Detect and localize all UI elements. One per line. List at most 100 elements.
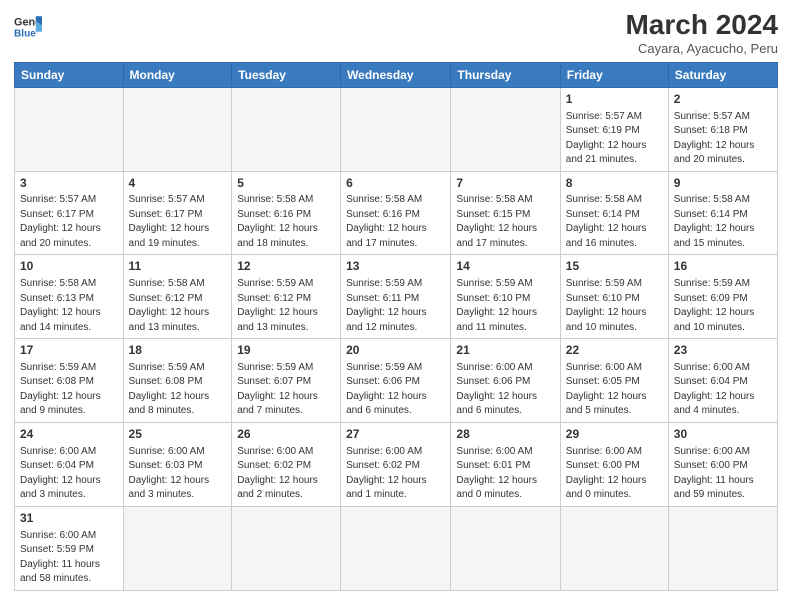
table-row: 25Sunrise: 6:00 AMSunset: 6:03 PMDayligh… <box>123 422 232 506</box>
table-row: 23Sunrise: 6:00 AMSunset: 6:04 PMDayligh… <box>668 339 777 423</box>
day-info: Sunrise: 5:58 AMSunset: 6:14 PMDaylight:… <box>674 193 772 251</box>
table-row: 30 Sunrise: 6:00 AMSunset: 6:00 PMDayligh… <box>668 422 777 506</box>
calendar-week-row: 10Sunrise: 5:58 AMSunset: 6:13 PMDayligh… <box>15 255 778 339</box>
day-number: 5 <box>237 175 335 192</box>
table-row: 2 Sunrise: 5:57 AMSunset: 6:18 PMDaylight… <box>668 87 777 171</box>
day-info: Sunrise: 5:59 AMSunset: 6:10 PMDaylight:… <box>456 277 554 335</box>
day-number: 4 <box>129 175 227 192</box>
day-info: Sunrise: 6:00 AMSunset: 6:04 PMDaylight:… <box>20 445 118 503</box>
day-number: 31 <box>20 510 118 527</box>
calendar-table: Sunday Monday Tuesday Wednesday Thursday… <box>14 62 778 591</box>
day-info: Sunrise: 6:00 AMSunset: 6:02 PMDaylight:… <box>237 445 335 503</box>
table-row: 3Sunrise: 5:57 AMSunset: 6:17 PMDaylight… <box>15 171 124 255</box>
calendar-week-row: 3Sunrise: 5:57 AMSunset: 6:17 PMDaylight… <box>15 171 778 255</box>
day-info: Sunrise: 5:58 AMSunset: 6:12 PMDaylight:… <box>129 277 227 335</box>
table-row: 12Sunrise: 5:59 AMSunset: 6:12 PMDayligh… <box>232 255 341 339</box>
location: Cayara, Ayacucho, Peru <box>625 41 778 56</box>
table-row: 10Sunrise: 5:58 AMSunset: 6:13 PMDayligh… <box>15 255 124 339</box>
day-info: Sunrise: 5:59 AMSunset: 6:06 PMDaylight:… <box>346 361 445 419</box>
day-number: 7 <box>456 175 554 192</box>
header-tuesday: Tuesday <box>232 62 341 87</box>
day-number: 27 <box>346 426 445 443</box>
day-number: 8 <box>566 175 663 192</box>
table-row: 18Sunrise: 5:59 AMSunset: 6:08 PMDayligh… <box>123 339 232 423</box>
table-row: 19Sunrise: 5:59 AMSunset: 6:07 PMDayligh… <box>232 339 341 423</box>
day-info: Sunrise: 5:59 AMSunset: 6:10 PMDaylight:… <box>566 277 663 335</box>
table-row <box>123 506 232 590</box>
table-row: 8Sunrise: 5:58 AMSunset: 6:14 PMDaylight… <box>560 171 668 255</box>
generalblue-logo-icon: General Blue <box>14 10 42 38</box>
table-row <box>15 87 124 171</box>
table-row: 4Sunrise: 5:57 AMSunset: 6:17 PMDaylight… <box>123 171 232 255</box>
table-row: 5Sunrise: 5:58 AMSunset: 6:16 PMDaylight… <box>232 171 341 255</box>
calendar-week-row: 1 Sunrise: 5:57 AMSunset: 6:19 PMDaylight… <box>15 87 778 171</box>
day-number: 25 <box>129 426 227 443</box>
day-number: 15 <box>566 258 663 275</box>
table-row <box>341 506 451 590</box>
day-number: 18 <box>129 342 227 359</box>
table-row: 1 Sunrise: 5:57 AMSunset: 6:19 PMDaylight… <box>560 87 668 171</box>
day-info: Sunrise: 6:00 AMSunset: 5:59 PMDaylight:… <box>20 529 118 587</box>
table-row: 28Sunrise: 6:00 AMSunset: 6:01 PMDayligh… <box>451 422 560 506</box>
calendar-week-row: 17Sunrise: 5:59 AMSunset: 6:08 PMDayligh… <box>15 339 778 423</box>
day-number: 30 <box>674 426 772 443</box>
day-info: Sunrise: 5:57 AMSunset: 6:17 PMDaylight:… <box>129 193 227 251</box>
table-row: 7Sunrise: 5:58 AMSunset: 6:15 PMDaylight… <box>451 171 560 255</box>
day-info: Sunrise: 5:57 AMSunset: 6:17 PMDaylight:… <box>20 193 118 251</box>
day-number: 9 <box>674 175 772 192</box>
logo: General Blue <box>14 10 42 38</box>
day-number: 20 <box>346 342 445 359</box>
table-row <box>668 506 777 590</box>
header-saturday: Saturday <box>668 62 777 87</box>
day-info: Sunrise: 5:58 AMSunset: 6:16 PMDaylight:… <box>237 193 335 251</box>
title-area: March 2024 Cayara, Ayacucho, Peru <box>625 10 778 56</box>
header: General Blue March 2024 Cayara, Ayacucho… <box>14 10 778 56</box>
table-row: 26 Sunrise: 6:00 AMSunset: 6:02 PMDayligh… <box>232 422 341 506</box>
day-number: 1 <box>566 91 663 108</box>
table-row <box>451 87 560 171</box>
table-row: 24 Sunrise: 6:00 AMSunset: 6:04 PMDayligh… <box>15 422 124 506</box>
day-number: 2 <box>674 91 772 108</box>
table-row: 29 Sunrise: 6:00 AMSunset: 6:00 PMDayligh… <box>560 422 668 506</box>
table-row: 22Sunrise: 6:00 AMSunset: 6:05 PMDayligh… <box>560 339 668 423</box>
day-info: Sunrise: 5:58 AMSunset: 6:14 PMDaylight:… <box>566 193 663 251</box>
header-friday: Friday <box>560 62 668 87</box>
days-header-row: Sunday Monday Tuesday Wednesday Thursday… <box>15 62 778 87</box>
day-number: 13 <box>346 258 445 275</box>
calendar-week-row: 24 Sunrise: 6:00 AMSunset: 6:04 PMDayligh… <box>15 422 778 506</box>
day-info: Sunrise: 5:57 AMSunset: 6:19 PMDaylight:… <box>566 110 663 168</box>
table-row: 15 Sunrise: 5:59 AMSunset: 6:10 PMDayligh… <box>560 255 668 339</box>
day-info: Sunrise: 5:58 AMSunset: 6:15 PMDaylight:… <box>456 193 554 251</box>
day-info: Sunrise: 5:57 AMSunset: 6:18 PMDaylight:… <box>674 110 772 168</box>
table-row <box>560 506 668 590</box>
day-info: Sunrise: 6:00 AMSunset: 6:02 PMDaylight:… <box>346 445 445 503</box>
day-number: 29 <box>566 426 663 443</box>
day-number: 28 <box>456 426 554 443</box>
day-info: Sunrise: 5:59 AMSunset: 6:09 PMDaylight:… <box>674 277 772 335</box>
table-row <box>341 87 451 171</box>
table-row: 20 Sunrise: 5:59 AMSunset: 6:06 PMDayligh… <box>341 339 451 423</box>
day-info: Sunrise: 5:58 AMSunset: 6:16 PMDaylight:… <box>346 193 445 251</box>
day-info: Sunrise: 5:59 AMSunset: 6:12 PMDaylight:… <box>237 277 335 335</box>
day-number: 24 <box>20 426 118 443</box>
table-row: 31 Sunrise: 6:00 AMSunset: 5:59 PMDayligh… <box>15 506 124 590</box>
day-info: Sunrise: 6:00 AMSunset: 6:00 PMDaylight:… <box>566 445 663 503</box>
calendar-week-row: 31 Sunrise: 6:00 AMSunset: 5:59 PMDayligh… <box>15 506 778 590</box>
table-row: 21Sunrise: 6:00 AMSunset: 6:06 PMDayligh… <box>451 339 560 423</box>
table-row: 17Sunrise: 5:59 AMSunset: 6:08 PMDayligh… <box>15 339 124 423</box>
header-thursday: Thursday <box>451 62 560 87</box>
day-info: Sunrise: 6:00 AMSunset: 6:05 PMDaylight:… <box>566 361 663 419</box>
day-number: 6 <box>346 175 445 192</box>
table-row <box>232 506 341 590</box>
day-info: Sunrise: 6:00 AMSunset: 6:06 PMDaylight:… <box>456 361 554 419</box>
day-info: Sunrise: 5:58 AMSunset: 6:13 PMDaylight:… <box>20 277 118 335</box>
svg-text:Blue: Blue <box>14 28 36 38</box>
day-number: 16 <box>674 258 772 275</box>
day-info: Sunrise: 6:00 AMSunset: 6:00 PMDaylight:… <box>674 445 772 503</box>
day-number: 19 <box>237 342 335 359</box>
table-row: 16 Sunrise: 5:59 AMSunset: 6:09 PMDayligh… <box>668 255 777 339</box>
table-row: 13Sunrise: 5:59 AMSunset: 6:11 PMDayligh… <box>341 255 451 339</box>
table-row: 11Sunrise: 5:58 AMSunset: 6:12 PMDayligh… <box>123 255 232 339</box>
day-number: 26 <box>237 426 335 443</box>
day-number: 3 <box>20 175 118 192</box>
